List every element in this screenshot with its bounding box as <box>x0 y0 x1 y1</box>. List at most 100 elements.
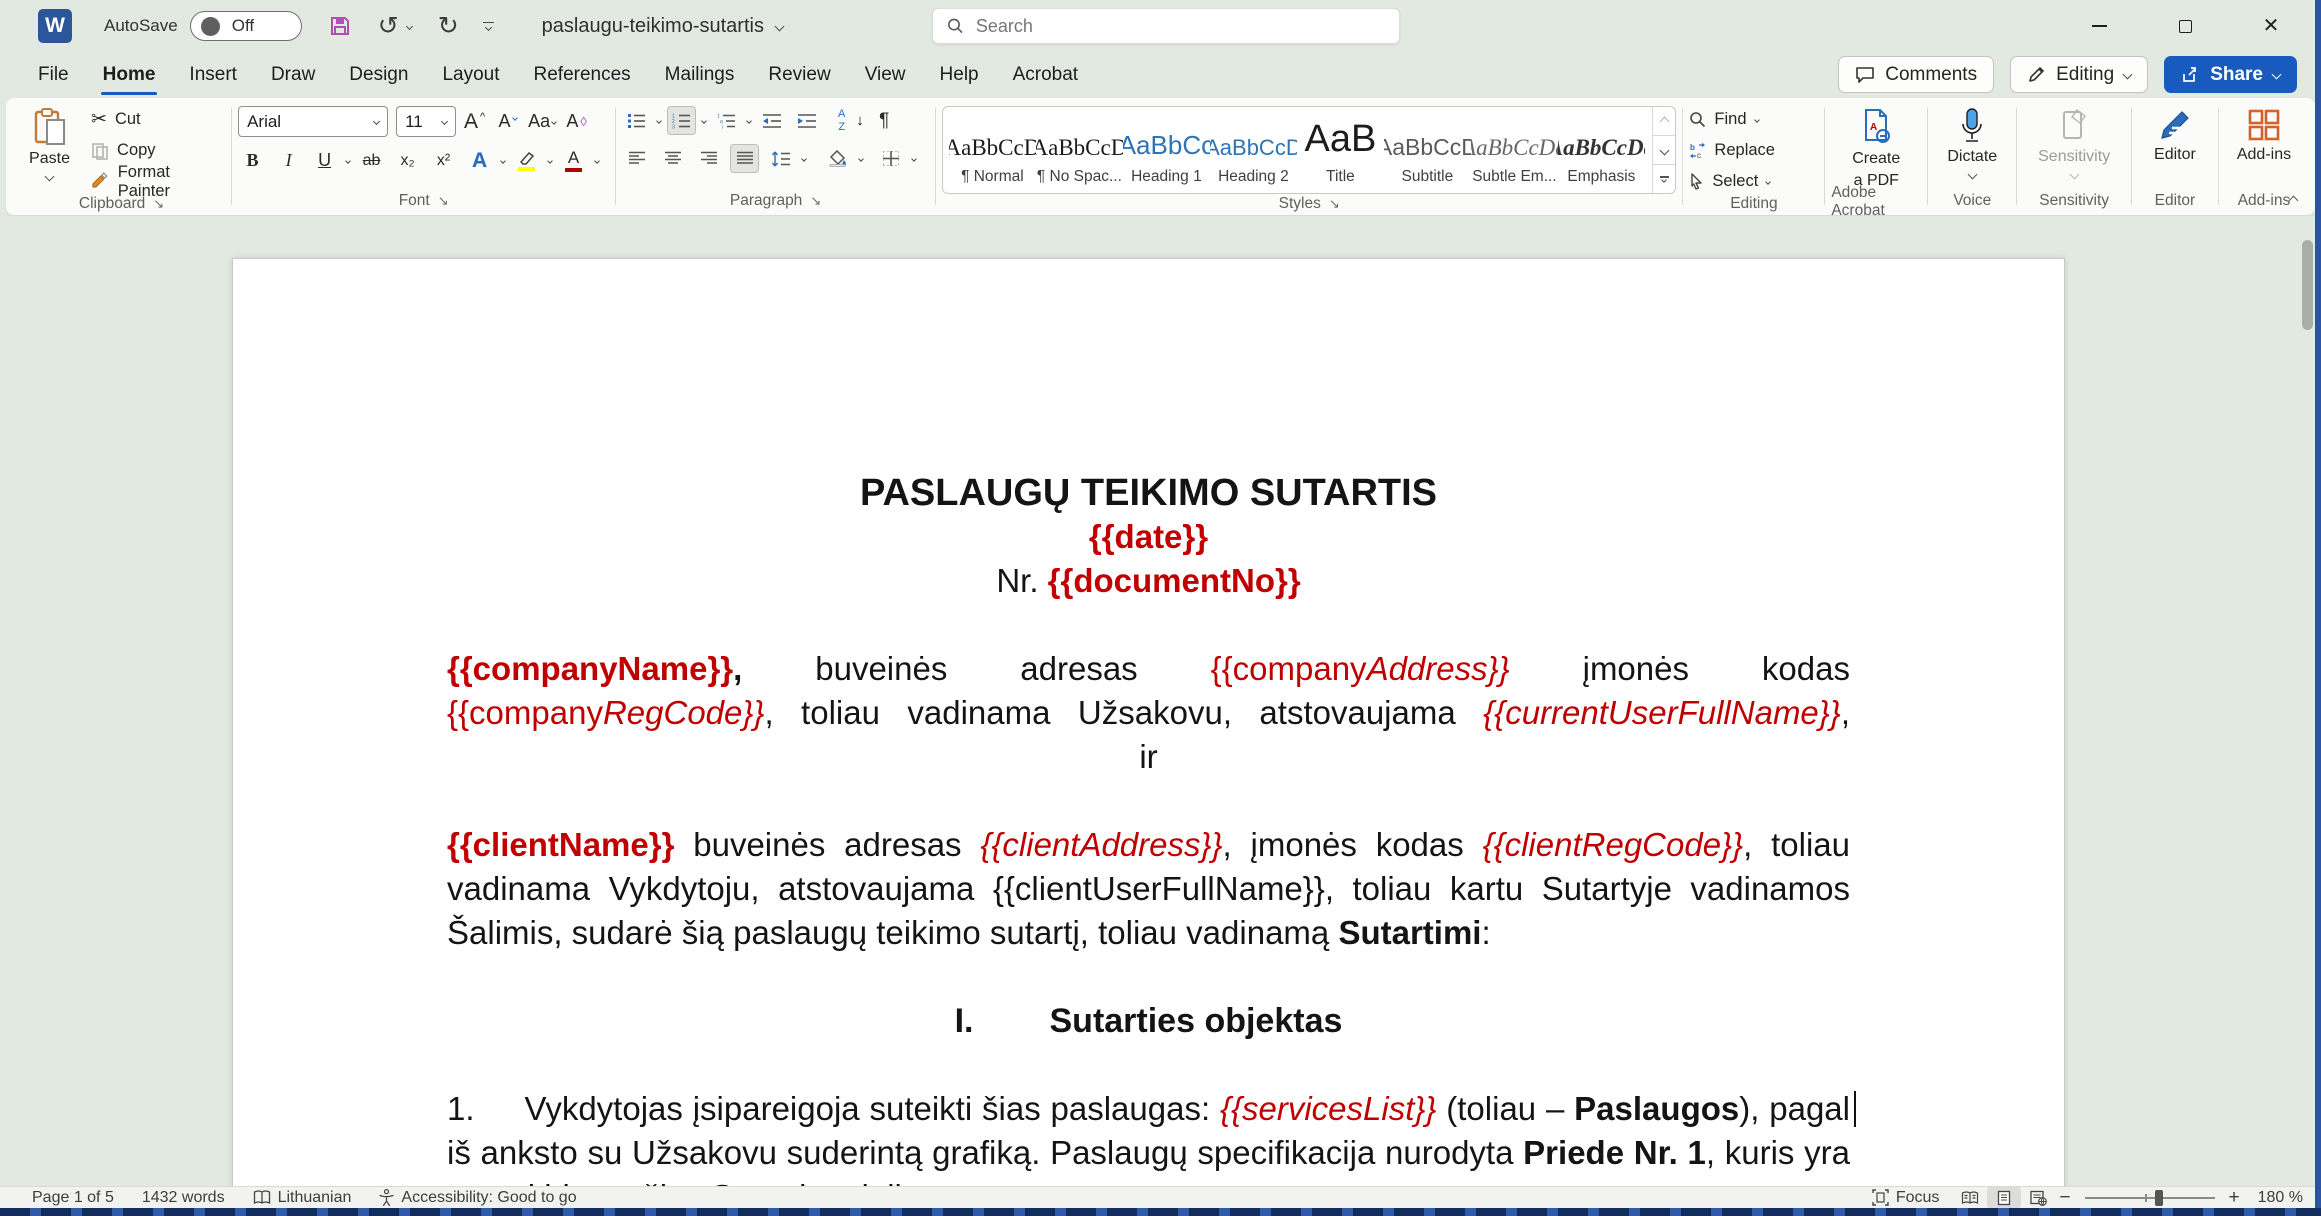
font-dialog-launcher[interactable]: ↘ <box>438 193 449 209</box>
style-gallery-item[interactable]: AaBbCcD Heading 2 <box>1210 107 1297 193</box>
search-box[interactable] <box>932 8 1400 44</box>
close-button[interactable]: ✕ <box>2251 6 2291 46</box>
redo-button[interactable]: ↻ <box>438 11 459 41</box>
text-effects-button[interactable]: A <box>465 146 494 175</box>
highlight-color-button[interactable] <box>512 146 541 175</box>
ribbon-tab[interactable]: Review <box>754 58 844 92</box>
editor-button[interactable]: Editor <box>2138 104 2212 164</box>
undo-button[interactable]: ↺ <box>378 11 412 41</box>
document-body[interactable]: PASLAUGŲ TEIKIMO SUTARTIS{{date}}Nr. {{d… <box>233 259 2064 1186</box>
print-layout-button[interactable] <box>1987 1187 2021 1208</box>
shrink-font-button[interactable]: A <box>493 107 522 136</box>
styles-dialog-launcher[interactable]: ↘ <box>1329 196 1340 212</box>
line-spacing-dropdown-icon[interactable] <box>801 156 807 162</box>
zoom-in-button[interactable]: + <box>2225 1187 2244 1209</box>
paste-button[interactable]: Paste <box>18 104 81 180</box>
sort-button[interactable]: AZ <box>827 106 856 135</box>
cut-button[interactable]: ✂ Cut <box>91 106 225 133</box>
ribbon-tab[interactable]: View <box>851 58 920 92</box>
multilevel-list-button[interactable]: 1 a i <box>712 106 741 135</box>
numbering-dropdown-icon[interactable] <box>701 118 707 124</box>
style-gallery-item[interactable]: AaBbCcD ¶ No Spac... <box>1036 107 1123 193</box>
font-family-select[interactable]: Arial <box>238 106 388 137</box>
find-button[interactable]: Find <box>1689 106 1775 133</box>
save-button[interactable] <box>328 14 352 38</box>
style-gallery-item[interactable]: AaBbCc Heading 1 <box>1123 107 1210 193</box>
collapse-ribbon-button[interactable] <box>2290 192 2297 207</box>
ribbon-tab[interactable]: Home <box>89 58 170 92</box>
proofing-status[interactable]: Lithuanian <box>239 1187 366 1209</box>
subscript-button[interactable]: x₂ <box>393 146 422 175</box>
style-gallery-item[interactable]: AaBbCcDd Subtle Em... <box>1471 107 1558 193</box>
ribbon-tab[interactable]: Layout <box>428 58 513 92</box>
grow-font-button[interactable]: A^ <box>460 107 489 136</box>
paragraph-dialog-launcher[interactable]: ↘ <box>810 193 821 209</box>
replace-button[interactable]: b c Replace <box>1689 137 1775 164</box>
show-formatting-button[interactable]: ¶ <box>870 106 899 135</box>
text-effects-dropdown-icon[interactable] <box>500 158 506 164</box>
ribbon-tab[interactable]: References <box>520 58 645 92</box>
zoom-slider[interactable] <box>2085 1197 2215 1199</box>
italic-button[interactable]: I <box>274 146 303 175</box>
create-pdf-button[interactable]: A Create a PDF <box>1839 104 1913 190</box>
ribbon-tab[interactable]: Acrobat <box>999 58 1092 92</box>
customize-quick-access-button[interactable] <box>483 22 494 31</box>
read-mode-button[interactable] <box>1953 1187 1987 1208</box>
copy-button[interactable]: Copy <box>91 137 225 164</box>
multilevel-dropdown-icon[interactable] <box>746 118 752 124</box>
ribbon-tab[interactable]: Insert <box>175 58 251 92</box>
vertical-scrollbar-thumb[interactable] <box>2302 240 2313 330</box>
styles-gallery-more-button[interactable] <box>1653 165 1675 193</box>
increase-indent-button[interactable] <box>792 106 821 135</box>
superscript-button[interactable]: x² <box>429 146 458 175</box>
clear-formatting-button[interactable]: A ◊ <box>562 107 591 136</box>
document-title-control[interactable]: paslaugu-teikimo-sutartis <box>542 15 783 38</box>
strikethrough-button[interactable]: ab <box>357 146 386 175</box>
borders-dropdown-icon[interactable] <box>911 156 917 162</box>
dictate-button[interactable]: Dictate <box>1935 104 2009 178</box>
editing-mode-button[interactable]: Editing <box>2010 56 2148 93</box>
zoom-level[interactable]: 180 % <box>2244 1187 2303 1209</box>
search-input[interactable] <box>976 16 1385 37</box>
autosave-toggle[interactable]: Off <box>190 11 302 41</box>
font-color-button[interactable]: A <box>559 146 588 175</box>
styles-scroll-up-button[interactable] <box>1653 107 1675 135</box>
word-logo-icon[interactable]: W <box>38 9 72 43</box>
line-spacing-button[interactable] <box>766 144 795 173</box>
bold-button[interactable]: B <box>238 146 267 175</box>
ribbon-tab[interactable]: Draw <box>257 58 329 92</box>
style-gallery-item[interactable]: AaBbCcDd Emphasis <box>1558 107 1645 193</box>
style-gallery-item[interactable]: AaB Title <box>1297 107 1384 193</box>
align-center-button[interactable] <box>658 144 687 173</box>
zoom-out-button[interactable]: − <box>2055 1187 2074 1209</box>
justify-button[interactable] <box>730 144 759 173</box>
ribbon-tab[interactable]: Help <box>926 58 993 92</box>
decrease-indent-button[interactable] <box>757 106 786 135</box>
change-case-button[interactable]: Aa <box>526 107 558 136</box>
align-left-button[interactable] <box>622 144 651 173</box>
shading-button[interactable] <box>823 144 852 173</box>
web-layout-button[interactable] <box>2021 1187 2055 1208</box>
bullets-button[interactable] <box>622 106 651 135</box>
font-size-select[interactable]: 11 <box>396 106 456 137</box>
ribbon-tab[interactable]: Mailings <box>651 58 749 92</box>
document-page[interactable]: PASLAUGŲ TEIKIMO SUTARTIS{{date}}Nr. {{d… <box>232 258 2065 1186</box>
format-painter-button[interactable]: Format Painter <box>91 168 225 195</box>
page-indicator[interactable]: Page 1 of 5 <box>18 1187 128 1209</box>
ribbon-tab[interactable]: Design <box>335 58 422 92</box>
comments-button[interactable]: Comments <box>1838 56 1994 93</box>
shading-dropdown-icon[interactable] <box>858 156 864 162</box>
style-gallery-item[interactable]: AaBbCcD ¶ Normal <box>949 107 1036 193</box>
focus-mode-button[interactable]: Focus <box>1858 1187 1954 1209</box>
font-color-dropdown-icon[interactable] <box>594 158 600 164</box>
style-gallery-item[interactable]: AaBbCcD Subtitle <box>1384 107 1471 193</box>
select-button[interactable]: Select <box>1689 168 1775 195</box>
addins-button[interactable]: Add-ins <box>2227 104 2301 164</box>
ribbon-tab[interactable]: File <box>24 58 83 92</box>
zoom-slider-thumb[interactable] <box>2155 1190 2163 1206</box>
word-count[interactable]: 1432 words <box>128 1187 239 1209</box>
share-button[interactable]: Share <box>2164 56 2297 93</box>
maximize-button[interactable] <box>2165 6 2205 46</box>
bullets-dropdown-icon[interactable] <box>656 118 662 124</box>
underline-dropdown-icon[interactable] <box>345 158 351 164</box>
